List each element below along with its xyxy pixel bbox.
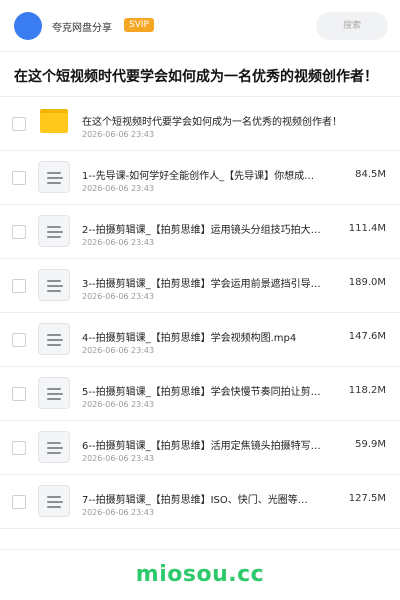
file-date: 2026-06-06 23:43	[82, 400, 155, 409]
select-checkbox[interactable]	[12, 225, 26, 239]
watermark: miosou.cc	[135, 562, 265, 587]
file-name: 4--拍摄剪辑课_【拍剪思维】学会视频构图.mp4	[82, 333, 297, 344]
file-icon	[38, 485, 70, 517]
app-name: 夸克网盘分享	[52, 23, 112, 34]
file-icon	[38, 431, 70, 463]
file-name: 在这个短视频时代要学会如何成为一名优秀的视频创作者！	[82, 117, 342, 128]
file-date: 2026-06-06 23:43	[82, 184, 155, 193]
svip-badge[interactable]: SVIP	[124, 18, 154, 32]
folder-icon	[40, 109, 68, 133]
search-input[interactable]: 搜索	[316, 12, 388, 40]
file-date: 2026-06-06 23:43	[82, 238, 155, 247]
file-date: 2026-06-06 23:43	[82, 454, 155, 463]
divider	[0, 549, 400, 550]
list-item[interactable]: 3--拍摄剪辑课_【拍剪思维】学会运用前景遮挡引导… 2026-06-06 23…	[0, 259, 400, 313]
top-bar: 夸克网盘分享 SVIP 搜索	[0, 0, 400, 52]
select-checkbox[interactable]	[12, 441, 26, 455]
file-size: 59.9M	[355, 439, 386, 450]
list-item[interactable]: 在这个短视频时代要学会如何成为一名优秀的视频创作者！ 2026-06-06 23…	[0, 97, 400, 151]
list-item[interactable]: 2--拍摄剪辑课_【拍剪思维】运用镜头分组技巧拍大… 2026-06-06 23…	[0, 205, 400, 259]
file-name: 3--拍摄剪辑课_【拍剪思维】学会运用前景遮挡引导…	[82, 279, 321, 290]
file-date: 2026-06-06 23:43	[82, 130, 155, 139]
file-size: 147.6M	[348, 331, 386, 342]
file-icon	[38, 269, 70, 301]
file-date: 2026-06-06 23:43	[82, 346, 155, 355]
file-name: 2--拍摄剪辑课_【拍剪思维】运用镜头分组技巧拍大…	[82, 225, 321, 236]
file-name: 6--拍摄剪辑课_【拍剪思维】活用定焦镜头拍摄特写…	[82, 441, 321, 452]
list-item[interactable]: 7--拍摄剪辑课_【拍剪思维】ISO、快门、光圈等… 2026-06-06 23…	[0, 475, 400, 529]
file-name: 1--先导课-如何学好全能创作人_【先导课】你想成…	[82, 171, 315, 182]
file-icon	[38, 215, 70, 247]
select-checkbox[interactable]	[12, 279, 26, 293]
select-checkbox[interactable]	[12, 495, 26, 509]
file-icon	[38, 323, 70, 355]
file-name: 7--拍摄剪辑课_【拍剪思维】ISO、快门、光圈等…	[82, 495, 308, 506]
select-checkbox[interactable]	[12, 117, 26, 131]
file-size: 189.0M	[348, 277, 386, 288]
list-item[interactable]: 6--拍摄剪辑课_【拍剪思维】活用定焦镜头拍摄特写… 2026-06-06 23…	[0, 421, 400, 475]
file-size: 127.5M	[348, 493, 386, 504]
file-name: 5--拍摄剪辑课_【拍剪思维】学会快慢节奏同拍让剪…	[82, 387, 321, 398]
file-list: 在这个短视频时代要学会如何成为一名优秀的视频创作者！ 2026-06-06 23…	[0, 97, 400, 529]
page-title: 在这个短视频时代要学会如何成为一名优秀的视频创作者！	[14, 69, 378, 85]
list-item[interactable]: 4--拍摄剪辑课_【拍剪思维】学会视频构图.mp4 2026-06-06 23:…	[0, 313, 400, 367]
avatar[interactable]	[14, 12, 42, 40]
list-item[interactable]: 5--拍摄剪辑课_【拍剪思维】学会快慢节奏同拍让剪… 2026-06-06 23…	[0, 367, 400, 421]
file-icon	[38, 161, 70, 193]
file-date: 2026-06-06 23:43	[82, 508, 155, 517]
select-checkbox[interactable]	[12, 171, 26, 185]
file-size: 118.2M	[348, 385, 386, 396]
file-icon	[38, 377, 70, 409]
list-item[interactable]: 1--先导课-如何学好全能创作人_【先导课】你想成… 2026-06-06 23…	[0, 151, 400, 205]
file-date: 2026-06-06 23:43	[82, 292, 155, 301]
file-size: 84.5M	[355, 169, 386, 180]
file-size: 111.4M	[348, 223, 386, 234]
select-checkbox[interactable]	[12, 333, 26, 347]
select-checkbox[interactable]	[12, 387, 26, 401]
